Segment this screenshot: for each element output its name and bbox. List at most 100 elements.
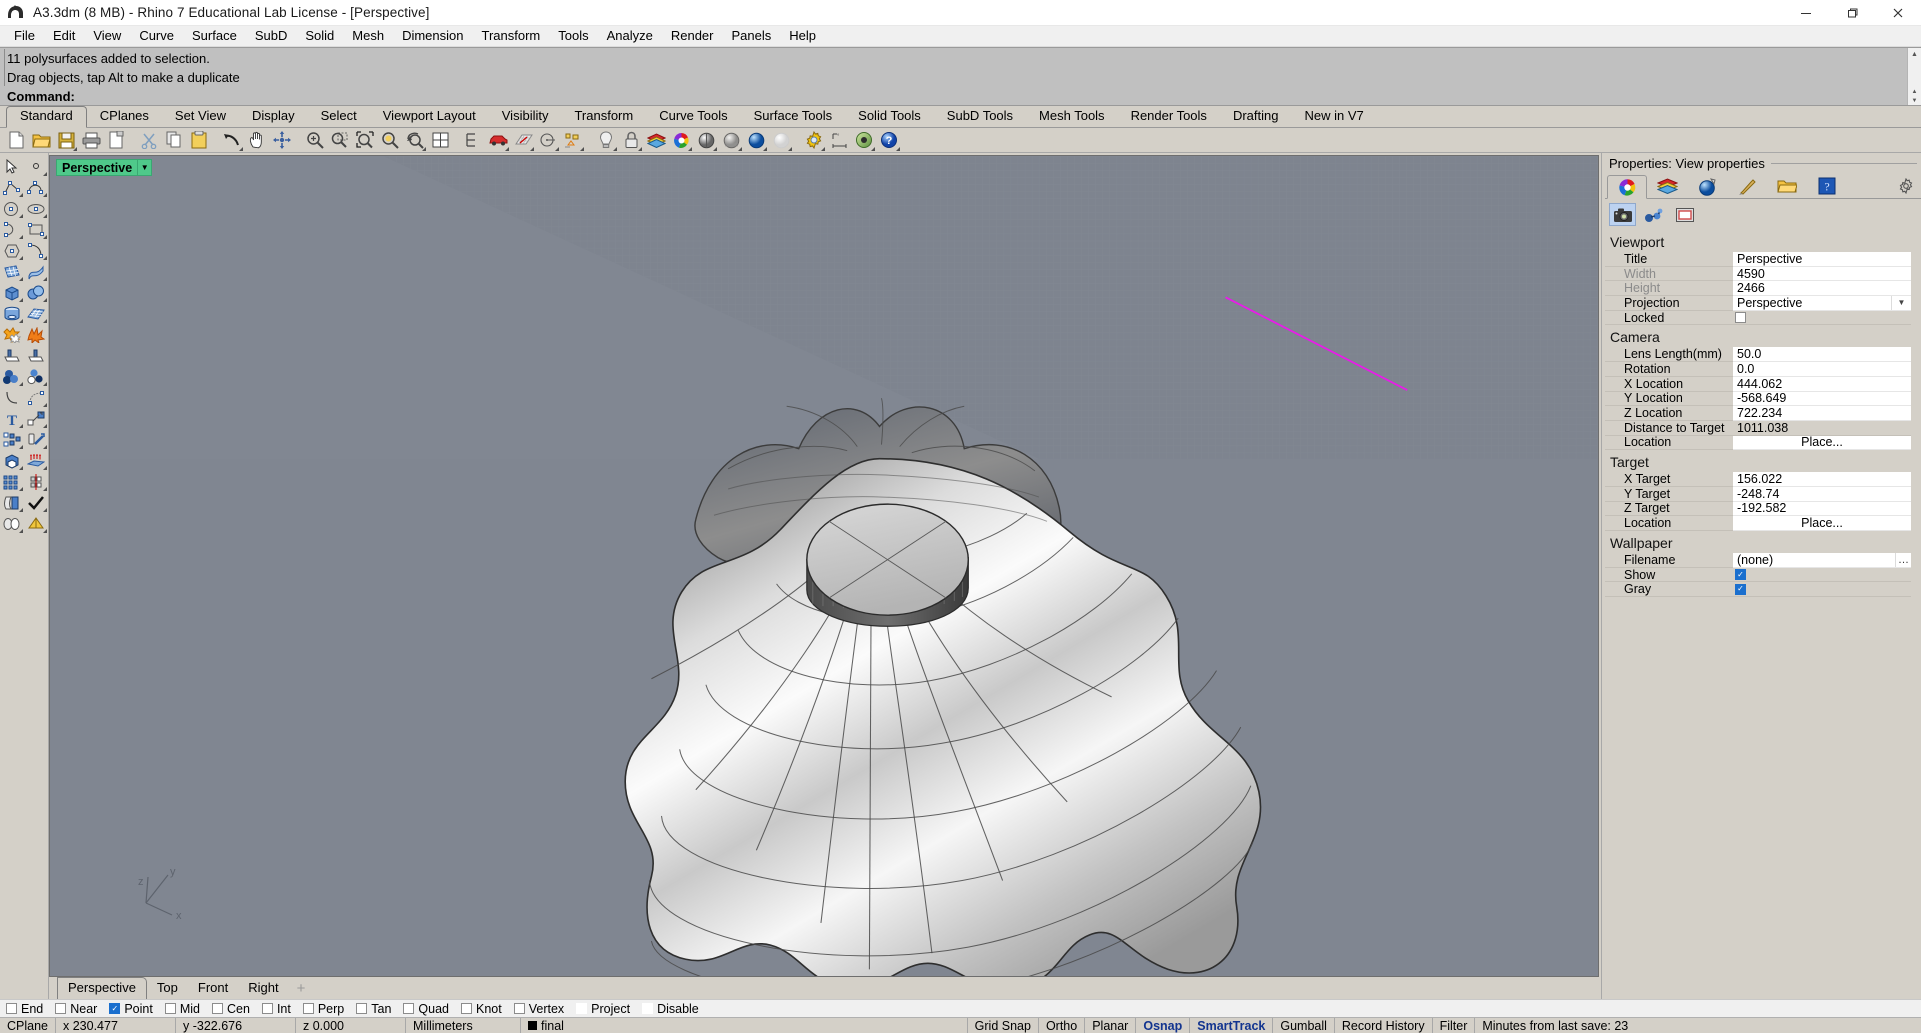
extrude-icon[interactable] [24,450,48,471]
osnap-disable-checkbox[interactable] [642,1003,654,1014]
ellipse-icon[interactable] [24,198,48,219]
material-tab[interactable] [1727,174,1767,198]
scroll-up-icon[interactable]: ▲ [1908,48,1921,61]
value-gray[interactable]: ✓ [1733,582,1911,598]
chevron-down-icon[interactable]: ▼ [1891,296,1911,310]
rendered-sphere-icon[interactable] [744,129,768,152]
copy-icon[interactable] [162,129,186,152]
cplane-grid-icon[interactable] [511,129,535,152]
color-wheel-icon[interactable] [669,129,693,152]
command-prompt-scrollbar[interactable]: ▲ ▼ [1907,87,1921,105]
render-preview-icon[interactable] [852,129,876,152]
copy-page-icon[interactable] [104,129,128,152]
status-cplane[interactable]: CPlane [0,1018,56,1033]
undo-arrow-icon[interactable] [220,129,244,152]
status-ortho[interactable]: Ortho [1039,1018,1086,1033]
value-rotation[interactable]: 0.0 [1733,362,1911,377]
surface-array-icon[interactable] [24,303,48,324]
menu-view[interactable]: View [84,26,130,46]
car-render-icon[interactable] [486,129,510,152]
tab-surface-tools[interactable]: Surface Tools [741,106,846,127]
command-input[interactable] [76,87,1907,105]
curve-icon[interactable] [24,177,48,198]
command-history-scrollbar[interactable]: ▲ [1907,48,1921,87]
layer-tab[interactable] [1647,174,1687,198]
osnap-perp-checkbox[interactable] [302,1003,314,1014]
object-properties-tab[interactable] [1607,175,1647,199]
ghosted-sphere-icon[interactable] [719,129,743,152]
osnap-vertex-checkbox[interactable] [513,1003,525,1014]
tab-standard[interactable]: Standard [6,106,87,128]
viewport-tab-perspective[interactable]: Perspective [57,977,147,1000]
menu-tools[interactable]: Tools [549,26,597,46]
value-filename[interactable]: (none) … [1733,553,1911,568]
select-arrow-icon[interactable] [0,156,24,177]
osnap-near[interactable]: Near [55,1002,97,1016]
show-checkbox[interactable]: ✓ [1735,569,1746,581]
unroll-surface-icon[interactable] [0,492,24,513]
status-osnap[interactable]: Osnap [1136,1018,1191,1033]
viewport-label[interactable]: Perspective ▼ [56,159,153,176]
osnap-end[interactable]: End [6,1002,43,1016]
value-projection[interactable]: Perspective ▼ [1733,296,1911,311]
menu-panels[interactable]: Panels [722,26,780,46]
tab-visibility[interactable]: Visibility [489,106,562,127]
status-units[interactable]: Millimeters [406,1018,521,1033]
value-z-location[interactable]: 722.234 [1733,406,1911,421]
light-bulb-icon[interactable] [594,129,618,152]
tab-select[interactable]: Select [308,106,370,127]
perspective-viewport[interactable]: Perspective ▼ x y z [49,155,1599,977]
cap-holes-icon[interactable] [0,450,24,471]
mirror-icon[interactable] [24,471,48,492]
osnap-near-checkbox[interactable] [55,1003,67,1014]
circle-center-icon[interactable] [536,129,560,152]
status-gumball[interactable]: Gumball [1273,1018,1335,1033]
circle-icon[interactable] [0,198,24,219]
rectangle-icon[interactable] [24,219,48,240]
menu-edit[interactable]: Edit [44,26,84,46]
open-file-icon[interactable] [29,129,53,152]
osnap-disable[interactable]: Disable [642,1002,699,1016]
add-viewport-button[interactable]: + [289,981,314,999]
osnap-int-checkbox[interactable] [261,1003,273,1014]
browse-ellipsis-button[interactable]: … [1895,553,1911,567]
osnap-project-checkbox[interactable] [576,1003,588,1014]
osnap-point-checkbox[interactable]: ✓ [109,1003,121,1014]
target-place-button[interactable]: Place... [1733,516,1911,531]
offset-surface-icon[interactable] [0,513,24,534]
value-x-location[interactable]: 444.062 [1733,377,1911,392]
chevron-down-icon[interactable]: ▼ [137,160,151,175]
minimize-button[interactable] [1783,0,1829,26]
menu-surface[interactable]: Surface [183,26,246,46]
viewport-tab-front[interactable]: Front [188,978,238,999]
osnap-mid-checkbox[interactable] [164,1003,176,1014]
split-icon[interactable] [24,345,48,366]
osnap-quad-checkbox[interactable] [403,1003,415,1014]
arc-icon[interactable] [0,219,24,240]
osnap-cen-checkbox[interactable] [212,1003,223,1014]
value-y-location[interactable]: -568.649 [1733,391,1911,407]
scroll-down-small-icon[interactable]: ▼ [1908,96,1921,105]
frame-subtab[interactable] [1671,203,1698,226]
status-smarttrack[interactable]: SmartTrack [1190,1018,1274,1033]
tab-drafting[interactable]: Drafting [1220,106,1292,127]
render-settings-gear-icon[interactable] [802,129,826,152]
rotate-copy-icon[interactable] [24,429,48,450]
rotate-view-icon[interactable] [270,129,294,152]
maximize-button[interactable] [1829,0,1875,26]
tab-cplanes[interactable]: CPlanes [87,106,162,127]
help-tab[interactable]: ? [1807,174,1847,198]
shaded-sphere-icon[interactable] [694,129,718,152]
zoom-window-icon[interactable] [328,129,352,152]
print-icon[interactable] [79,129,103,152]
boolean-union-icon[interactable] [0,324,24,345]
tab-display[interactable]: Display [239,106,308,127]
sphere-icon[interactable] [24,282,48,303]
tab-viewport-layout[interactable]: Viewport Layout [370,106,489,127]
viewport-tab-top[interactable]: Top [147,978,188,999]
value-z-target[interactable]: -192.582 [1733,501,1911,517]
layers-icon[interactable] [644,129,668,152]
lock-icon[interactable] [619,129,643,152]
point-icon[interactable] [24,156,48,177]
osnap-project[interactable]: Project [576,1002,630,1016]
